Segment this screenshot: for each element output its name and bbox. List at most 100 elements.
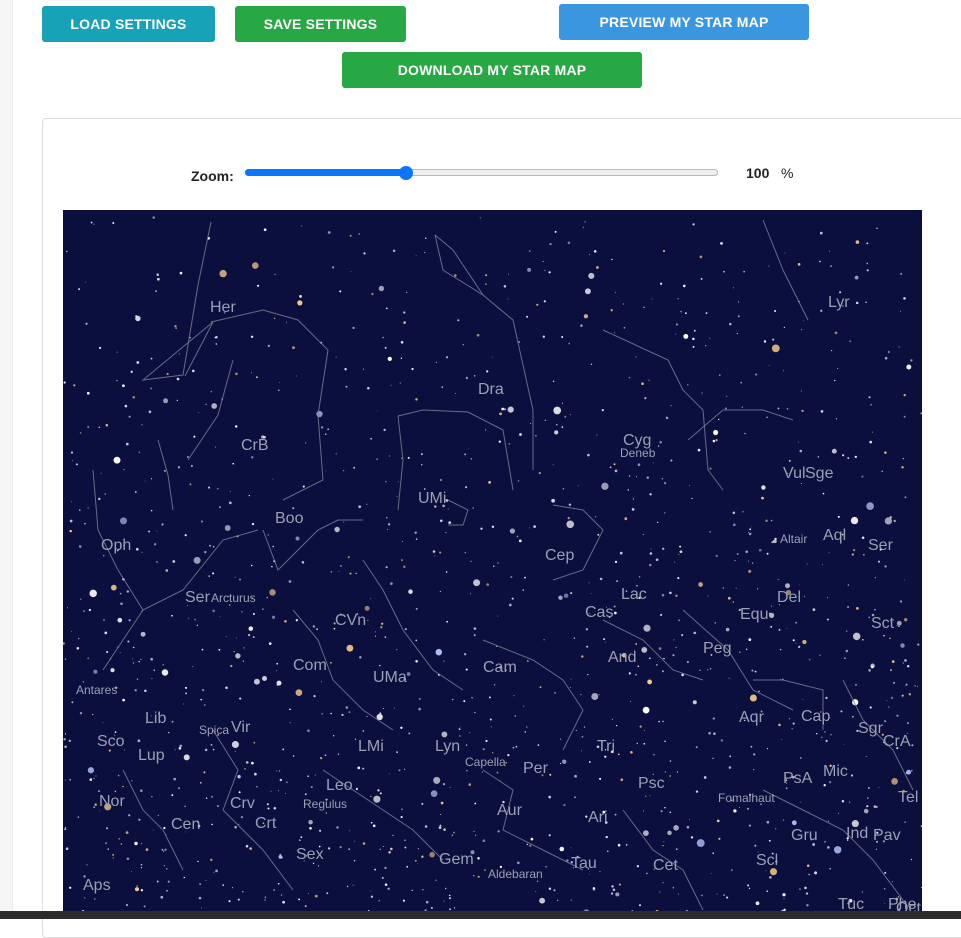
- star: [498, 440, 501, 443]
- constellation-label: Vir: [231, 719, 251, 736]
- star: [86, 391, 90, 395]
- star: [777, 407, 780, 410]
- star: [530, 837, 534, 841]
- star: [231, 887, 234, 889]
- star: [638, 576, 641, 578]
- star: [292, 755, 295, 757]
- star: [120, 602, 123, 606]
- star: [874, 608, 876, 611]
- star: [713, 732, 716, 736]
- star: [384, 636, 387, 639]
- star: [563, 593, 569, 598]
- star: [695, 746, 698, 749]
- star: [267, 534, 269, 536]
- star: [664, 512, 666, 514]
- star: [739, 651, 741, 654]
- star: [319, 756, 323, 760]
- constellation-label: Gru: [791, 827, 818, 844]
- save-settings-button[interactable]: SAVE SETTINGS: [235, 6, 406, 42]
- star: [573, 637, 576, 639]
- zoom-slider-thumb[interactable]: [398, 166, 413, 180]
- preview-star-map-button[interactable]: PREVIEW MY STAR MAP: [559, 4, 809, 40]
- star: [64, 745, 67, 749]
- star: [914, 685, 916, 687]
- star: [631, 508, 635, 511]
- star: [167, 880, 170, 883]
- constellation-label: CrB: [241, 437, 269, 454]
- star: [117, 617, 123, 623]
- star: [724, 407, 727, 410]
- star: [846, 630, 848, 632]
- star: [424, 825, 428, 828]
- star: [548, 795, 552, 799]
- star: [568, 503, 572, 506]
- star: [584, 288, 591, 295]
- star: [178, 787, 181, 790]
- star: [359, 656, 362, 659]
- download-star-map-button[interactable]: DOWNLOAD MY STAR MAP: [342, 52, 642, 88]
- star: [686, 825, 690, 829]
- star: [122, 384, 125, 388]
- star: [347, 556, 350, 559]
- star: [156, 530, 158, 532]
- constellation-label: UMa: [373, 669, 407, 686]
- star: [118, 838, 120, 840]
- star: [548, 834, 551, 837]
- star: [491, 525, 495, 528]
- star: [75, 463, 78, 466]
- star: [511, 597, 514, 600]
- constellation-label: Aldebaran: [488, 867, 543, 881]
- star: [325, 812, 327, 814]
- star: [819, 231, 823, 235]
- star: [212, 545, 215, 548]
- star: [230, 664, 233, 668]
- constellation-label: Cam: [483, 659, 517, 676]
- star: [675, 848, 678, 850]
- star: [649, 552, 653, 555]
- constellation-label: Cas: [585, 604, 613, 621]
- star: [800, 801, 802, 803]
- star: [468, 783, 472, 786]
- star: [831, 448, 837, 454]
- star: [267, 807, 270, 810]
- star: [215, 869, 218, 873]
- star: [727, 596, 731, 600]
- star: [755, 373, 758, 376]
- star: [278, 770, 281, 772]
- star: [639, 725, 642, 728]
- star: [744, 432, 746, 435]
- star: [537, 744, 540, 746]
- star: [228, 900, 231, 903]
- load-settings-button[interactable]: LOAD SETTINGS: [42, 6, 215, 42]
- star: [750, 526, 752, 528]
- star: [556, 423, 558, 426]
- star: [95, 775, 97, 777]
- star: [330, 661, 332, 664]
- star: [134, 841, 138, 846]
- star: [179, 271, 183, 275]
- star: [586, 645, 589, 648]
- star: [279, 853, 282, 856]
- star: [628, 376, 631, 379]
- star: [769, 876, 772, 879]
- star: [401, 559, 403, 561]
- star: [904, 659, 907, 662]
- star: [766, 416, 768, 419]
- star: [373, 795, 381, 803]
- star: [766, 748, 768, 750]
- star: [492, 752, 494, 754]
- star: [295, 536, 300, 541]
- star: [486, 583, 490, 586]
- star: [314, 894, 318, 898]
- star: [765, 519, 768, 523]
- star: [723, 894, 725, 896]
- star: [680, 310, 682, 313]
- star: [417, 848, 420, 850]
- constellation-line: [157, 439, 174, 511]
- star: [691, 497, 693, 500]
- zoom-slider[interactable]: [245, 166, 718, 180]
- star: [672, 887, 675, 889]
- star: [692, 700, 697, 705]
- star: [374, 631, 376, 633]
- star: [497, 562, 499, 564]
